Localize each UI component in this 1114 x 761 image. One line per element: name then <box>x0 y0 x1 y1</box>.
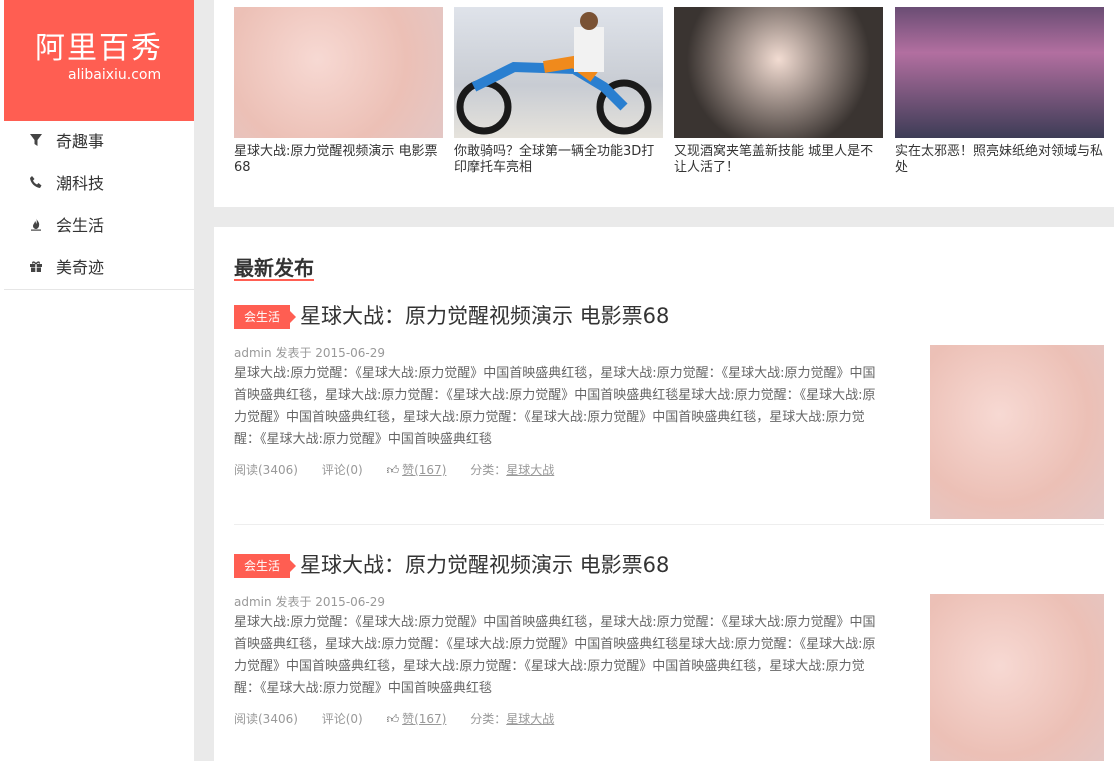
sidebar: 阿里百秀 alibaixiu.com 奇趣事 潮科技 会生活 美奇迹 <box>0 0 194 761</box>
article-thumbnail[interactable] <box>930 345 1104 519</box>
featured-item[interactable]: 星球大战:原力觉醒视频演示 电影票68 <box>234 7 443 176</box>
featured-caption[interactable]: 实在太邪恶！照亮妹纸绝对领域与私处 <box>895 144 1104 176</box>
sidebar-item-label: 潮科技 <box>56 174 105 193</box>
sidebar-item-label: 美奇迹 <box>56 258 105 277</box>
comment-count[interactable]: 评论(0) <box>322 463 363 477</box>
article-stats: 阅读(3406) 评论(0) 👍︎ 赞(167) 分类：星球大战 <box>234 461 574 478</box>
like-button[interactable]: 👍︎ 赞(167) <box>387 463 451 477</box>
featured-item[interactable]: 又现酒窝夹笔盖新技能 城里人是不让人活了！ <box>674 7 883 176</box>
gift-icon <box>28 248 44 290</box>
featured-item[interactable]: 实在太邪恶！照亮妹纸绝对领域与私处 <box>895 7 1104 176</box>
thumbs-up-icon: 👍︎ <box>386 463 400 477</box>
author: admin <box>234 346 272 360</box>
published-label: 发表于 <box>275 595 312 609</box>
category-info: 分类：星球大战 <box>470 712 554 726</box>
article-thumbnail[interactable] <box>930 594 1104 761</box>
featured-image[interactable] <box>454 7 663 138</box>
category-label: 分类： <box>470 463 507 477</box>
sidebar-item-qiqushi[interactable]: 奇趣事 <box>4 121 194 163</box>
sidebar-item-label: 会生活 <box>56 216 105 235</box>
sidebar-item-chaokeji[interactable]: 潮科技 <box>4 163 194 205</box>
article-excerpt: 星球大战:原力觉醒：《星球大战:原力觉醒》中国首映盛典红毯，星球大战:原力觉醒：… <box>234 615 876 696</box>
article-meta: admin 发表于 2015-06-29 <box>234 344 385 361</box>
sidebar-nav: 奇趣事 潮科技 会生活 美奇迹 <box>4 121 194 290</box>
category-tag[interactable]: 会生活 <box>234 305 297 329</box>
featured-panel: 星球大战:原力觉醒视频演示 电影票68 你敢骑吗？全球第一辆全功能3D打印摩托车… <box>214 0 1114 207</box>
article-title[interactable]: 星球大战：原力觉醒视频演示 电影票68 <box>300 300 669 330</box>
section-underline <box>234 279 314 281</box>
featured-caption[interactable]: 又现酒窝夹笔盖新技能 城里人是不让人活了！ <box>674 144 883 176</box>
filter-icon <box>28 122 44 164</box>
published-label: 发表于 <box>275 346 312 360</box>
publish-date: 2015-06-29 <box>315 595 386 609</box>
publish-date: 2015-06-29 <box>315 346 386 360</box>
logo-chinese: 阿里百秀 <box>35 31 163 66</box>
featured-image[interactable] <box>674 7 883 138</box>
category-tag[interactable]: 会生活 <box>234 554 297 578</box>
category-info: 分类：星球大战 <box>470 463 554 477</box>
sidebar-item-label: 奇趣事 <box>56 132 105 151</box>
phone-icon <box>28 164 44 206</box>
author: admin <box>234 595 272 609</box>
fire-icon <box>28 206 44 248</box>
article-meta: admin 发表于 2015-06-29 <box>234 593 385 610</box>
latest-panel: 最新发布 会生活 星球大战：原力觉醒视频演示 电影票68 admin 发表于 2… <box>214 227 1114 761</box>
like-count[interactable]: 赞(167) <box>402 463 446 477</box>
sidebar-item-meiqiji[interactable]: 美奇迹 <box>4 247 194 289</box>
section-title: 最新发布 <box>234 256 314 280</box>
category-link[interactable]: 星球大战 <box>506 463 554 477</box>
comment-count[interactable]: 评论(0) <box>322 712 363 726</box>
sidebar-item-huishenghuo[interactable]: 会生活 <box>4 205 194 247</box>
category-label: 分类： <box>470 712 507 726</box>
featured-caption[interactable]: 星球大战:原力觉醒视频演示 电影票68 <box>234 144 443 176</box>
like-button[interactable]: 👍︎ 赞(167) <box>387 712 451 726</box>
featured-item[interactable]: 你敢骑吗？全球第一辆全功能3D打印摩托车亮相 <box>454 7 663 176</box>
article-excerpt: 星球大战:原力觉醒：《星球大战:原力觉醒》中国首映盛典红毯，星球大战:原力觉醒：… <box>234 366 876 447</box>
article-title[interactable]: 星球大战：原力觉醒视频演示 电影票68 <box>300 549 669 579</box>
site-logo[interactable]: 阿里百秀 alibaixiu.com <box>4 0 194 121</box>
like-count[interactable]: 赞(167) <box>402 712 446 726</box>
logo-domain: alibaixiu.com <box>68 67 162 83</box>
article-divider <box>234 524 1104 525</box>
thumbs-up-icon: 👍︎ <box>386 712 400 726</box>
featured-image[interactable] <box>895 7 1104 138</box>
featured-caption[interactable]: 你敢骑吗？全球第一辆全功能3D打印摩托车亮相 <box>454 144 663 176</box>
article-stats: 阅读(3406) 评论(0) 👍︎ 赞(167) 分类：星球大战 <box>234 710 574 727</box>
read-count: 阅读(3406) <box>234 712 298 726</box>
featured-image[interactable] <box>234 7 443 138</box>
category-link[interactable]: 星球大战 <box>506 712 554 726</box>
read-count: 阅读(3406) <box>234 463 298 477</box>
